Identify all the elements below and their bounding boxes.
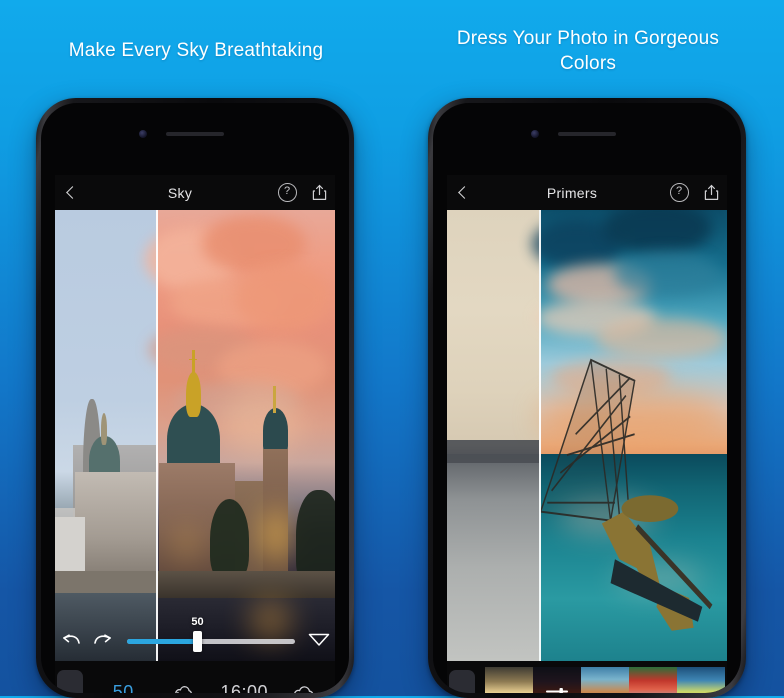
sliders-icon	[545, 688, 569, 693]
headline-right: Dress Your Photo in Gorgeous Colors	[456, 28, 720, 74]
filter-item[interactable]: CN02	[581, 667, 629, 693]
filter-thumb-image	[677, 667, 725, 693]
question-circle-icon: ?	[669, 183, 689, 202]
share-up-icon	[704, 184, 718, 200]
tool-random[interactable]: Random	[154, 680, 215, 693]
headline-left: Make Every Sky Breathtaking	[68, 40, 324, 61]
back-button[interactable]	[55, 186, 89, 199]
app-screen-left: Sky ? 50	[55, 175, 335, 661]
filter-item[interactable]: RD03	[629, 667, 677, 693]
phone-mockup-left: Sky ? 50 50 16:00	[36, 98, 354, 698]
share-button[interactable]	[695, 184, 727, 201]
edit-toolbar: 50	[55, 616, 335, 661]
details-value: 50	[112, 682, 134, 693]
slider-fill	[127, 639, 198, 644]
filter-thumb-image	[581, 667, 629, 693]
collapse-panel-button[interactable]	[449, 670, 475, 693]
filter-thumb-image	[629, 667, 677, 693]
cloud-refresh-icon	[175, 685, 192, 693]
navigation-bar: Primers ?	[447, 175, 727, 210]
mask-button[interactable]	[303, 631, 335, 647]
sky-tool-toolbar: 50 Details Random	[55, 661, 335, 693]
earpiece-speaker	[166, 132, 224, 136]
tool-time[interactable]: 16:00 Time	[214, 680, 275, 693]
cathedral-subject	[155, 210, 335, 661]
back-button[interactable]	[447, 186, 481, 199]
photo-preview-right[interactable]	[447, 210, 727, 661]
filter-thumbnails: SN02	[485, 667, 725, 693]
app-store-screenshot-panel: Make Every Sky Breathtaking Dress Your P…	[0, 0, 784, 698]
filter-thumb-image	[485, 667, 533, 693]
mask-triangle-icon	[308, 633, 330, 646]
help-button[interactable]: ?	[271, 183, 303, 202]
phone-bezel: Primers ?	[433, 103, 741, 693]
filter-strip[interactable]: SN02	[485, 667, 725, 693]
fisherman-silhouette	[540, 358, 713, 631]
slider-handle[interactable]	[193, 631, 203, 652]
chevron-left-icon	[457, 186, 471, 199]
before-after-divider[interactable]	[155, 210, 158, 661]
chevron-left-icon	[65, 186, 79, 199]
redo-button[interactable]	[87, 632, 119, 646]
tool-list: 50 Details Random	[93, 661, 335, 693]
cathedral-subject-before	[55, 210, 156, 661]
share-button[interactable]	[303, 184, 335, 201]
question-circle-icon: ?	[277, 183, 297, 202]
navigation-bar: Sky ?	[55, 175, 335, 210]
primers-filter-bar: SN02	[447, 661, 727, 693]
tool-clouds[interactable]: Clouds	[275, 680, 336, 693]
intensity-slider[interactable]: 50	[121, 616, 301, 661]
front-camera-icon	[531, 130, 539, 138]
screen-title: Primers	[546, 184, 598, 201]
time-value: 16:00	[220, 682, 269, 693]
filter-adjust-overlay	[533, 667, 581, 693]
slider-value-label: 50	[191, 616, 204, 628]
collapse-panel-button[interactable]	[57, 670, 83, 693]
undo-arrow-icon	[63, 634, 80, 644]
before-after-divider[interactable]	[539, 210, 542, 661]
tool-details[interactable]: 50 Details	[93, 680, 154, 693]
help-button[interactable]: ?	[663, 183, 695, 202]
share-up-icon	[312, 184, 326, 200]
cloud-icon	[293, 685, 314, 693]
undo-button[interactable]	[55, 632, 87, 646]
photo-preview-left[interactable]: 50	[55, 210, 335, 661]
phone-mockup-right: Primers ?	[428, 98, 746, 698]
app-screen-right: Primers ?	[447, 175, 727, 661]
filter-item[interactable]: SN02	[485, 667, 533, 693]
earpiece-speaker	[558, 132, 616, 136]
front-camera-icon	[139, 130, 147, 138]
phone-bezel: Sky ? 50 50 16:00	[41, 103, 349, 693]
redo-arrow-icon	[94, 634, 111, 644]
screen-title: Sky	[167, 184, 193, 201]
fisherman-subject	[497, 336, 715, 634]
filter-item[interactable]: NN03	[677, 667, 725, 693]
filter-item-selected[interactable]	[533, 667, 581, 693]
